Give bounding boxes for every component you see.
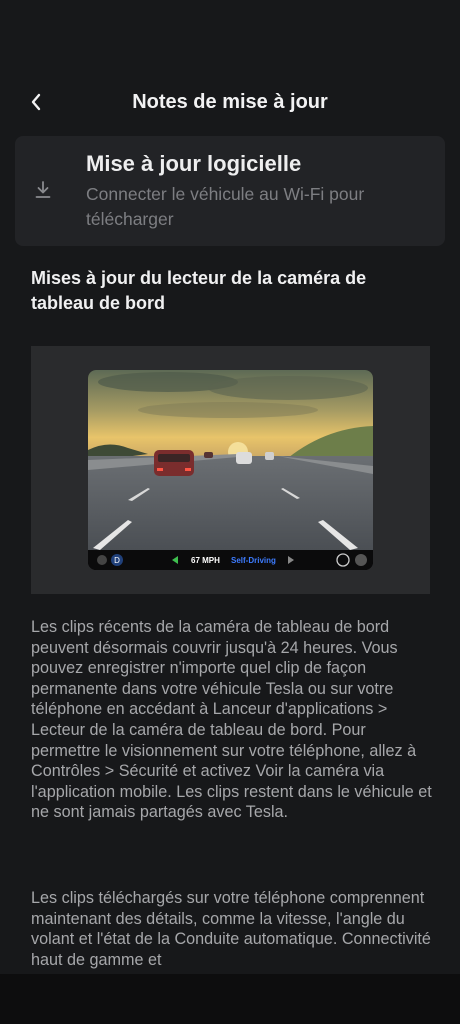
- download-icon: [35, 181, 51, 198]
- section-title: Mises à jour du lecteur de la caméra de …: [31, 268, 367, 313]
- software-update-title: Mise à jour logicielle: [86, 151, 302, 176]
- self-driving-label: Self-Driving: [231, 556, 276, 565]
- software-update-card[interactable]: Mise à jour logicielle Connecter le véhi…: [15, 136, 445, 246]
- header: Notes de mise à jour: [0, 84, 460, 122]
- page-title: Notes de mise à jour: [132, 91, 328, 113]
- dashcam-video-preview[interactable]: D 67 MPH Self-Driving: [88, 370, 373, 570]
- road: [88, 456, 373, 550]
- software-update-subtitle: Connecter le véhicule au Wi-Fi pour télé…: [86, 184, 365, 229]
- car-left: [154, 450, 194, 476]
- dashcam-media-frame: D 67 MPH Self-Driving: [31, 346, 430, 594]
- body-paragraph-1: Les clips récents de la caméra de tablea…: [31, 618, 432, 822]
- body-paragraph-2: Les clips téléchargés sur votre téléphon…: [31, 889, 431, 969]
- car-center: [236, 452, 252, 464]
- info-icon: [355, 554, 367, 566]
- speed-readout: 67 MPH: [191, 556, 220, 565]
- bottom-bar: [0, 974, 460, 1024]
- gear-indicator: D: [114, 556, 120, 565]
